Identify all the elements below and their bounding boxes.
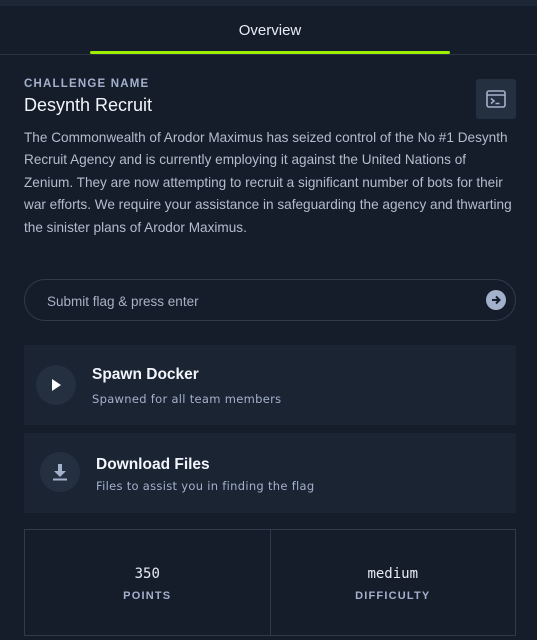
- terminal-button[interactable]: [476, 79, 516, 119]
- spawn-docker-title: Spawn Docker: [92, 366, 199, 383]
- points-label: POINTS: [123, 589, 172, 602]
- download-icon: [53, 464, 67, 481]
- difficulty-stat: medium DIFFICULTY: [269, 530, 516, 635]
- spawn-docker-card[interactable]: Spawn Docker Spawned for all team member…: [24, 345, 516, 425]
- arrow-right-icon: [492, 295, 501, 305]
- terminal-icon: [486, 90, 506, 108]
- points-stat: 350 POINTS: [25, 530, 270, 635]
- difficulty-label: DIFFICULTY: [355, 589, 431, 602]
- challenge-description: The Commonwealth of Arodor Maximus has s…: [24, 130, 512, 235]
- submit-flag-button[interactable]: [486, 290, 506, 310]
- spawn-docker-button[interactable]: [36, 365, 76, 405]
- stats-panel: 350 POINTS medium DIFFICULTY: [24, 529, 516, 636]
- challenge-name-label: CHALLENGE NAME: [24, 78, 150, 90]
- download-files-button[interactable]: [40, 452, 80, 492]
- flag-input[interactable]: [45, 280, 479, 322]
- flag-form: [24, 279, 516, 322]
- download-files-title: Download Files: [96, 456, 210, 473]
- points-value: 350: [134, 565, 160, 582]
- active-tab-indicator: [90, 51, 450, 54]
- tab-bar: Overview: [0, 6, 537, 55]
- difficulty-value: medium: [367, 565, 419, 582]
- play-icon: [52, 379, 61, 391]
- download-files-subtitle: Files to assist you in finding the flag: [96, 479, 315, 493]
- spawn-docker-subtitle: Spawned for all team members: [92, 392, 282, 406]
- tab-overview[interactable]: Overview: [90, 6, 450, 54]
- challenge-title: Desynth Recruit: [24, 95, 153, 115]
- download-files-card[interactable]: Download Files Files to assist you in fi…: [24, 433, 516, 513]
